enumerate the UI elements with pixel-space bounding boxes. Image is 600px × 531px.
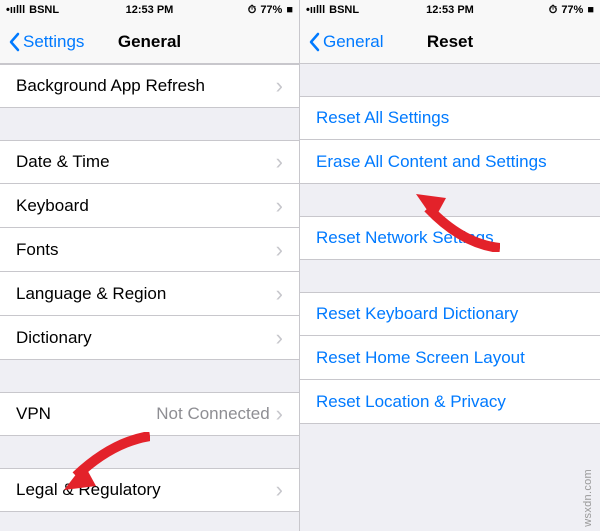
row-label: Date & Time	[16, 152, 110, 172]
row-label: Reset Home Screen Layout	[316, 348, 525, 368]
back-label: General	[323, 32, 383, 52]
chevron-left-icon	[308, 32, 320, 52]
carrier-label: BSNL	[29, 4, 59, 16]
row-language-region[interactable]: Language & Region ›	[0, 272, 299, 316]
screen-general: •ıılll BSNL 12:53 PM ⏱ 77% ■ Settings Ge…	[0, 0, 300, 531]
back-label: Settings	[23, 32, 84, 52]
chevron-right-icon: ›	[276, 401, 283, 427]
row-reset-home-screen[interactable]: Reset Home Screen Layout	[300, 336, 600, 380]
row-reset-all-settings[interactable]: Reset All Settings	[300, 96, 600, 140]
row-label: Fonts	[16, 240, 59, 260]
row-label: Dictionary	[16, 328, 92, 348]
chevron-right-icon: ›	[276, 325, 283, 351]
row-label: Legal & Regulatory	[16, 480, 161, 500]
chevron-left-icon	[8, 32, 20, 52]
chevron-right-icon: ›	[276, 281, 283, 307]
row-label: Reset All Settings	[316, 108, 449, 128]
chevron-right-icon: ›	[276, 193, 283, 219]
chevron-right-icon: ›	[276, 73, 283, 99]
signal-icon: •ıılll	[6, 4, 25, 16]
battery-icon: ■	[587, 4, 594, 16]
alarm-icon: ⏱	[248, 4, 257, 17]
row-label: Reset Location & Privacy	[316, 392, 506, 412]
nav-bar: Settings General	[0, 20, 299, 64]
row-keyboard[interactable]: Keyboard ›	[0, 184, 299, 228]
screen-reset: •ıılll BSNL 12:53 PM ⏱ 77% ■ General Res…	[300, 0, 600, 531]
watermark-label: wsxdn.com	[582, 469, 594, 527]
back-button[interactable]: Settings	[8, 32, 84, 52]
row-reset-network-settings[interactable]: Reset Network Settings	[300, 216, 600, 260]
chevron-right-icon: ›	[276, 237, 283, 263]
battery-icon: ■	[286, 4, 293, 16]
row-background-app-refresh[interactable]: Background App Refresh ›	[0, 64, 299, 108]
row-legal-regulatory[interactable]: Legal & Regulatory ›	[0, 468, 299, 512]
signal-icon: •ıılll	[306, 4, 325, 16]
row-erase-all[interactable]: Erase All Content and Settings	[300, 140, 600, 184]
row-date-time[interactable]: Date & Time ›	[0, 140, 299, 184]
carrier-label: BSNL	[329, 4, 359, 16]
row-label: VPN	[16, 404, 51, 424]
row-label: Erase All Content and Settings	[316, 152, 547, 172]
row-label: Keyboard	[16, 196, 89, 216]
status-bar: •ıılll BSNL 12:53 PM ⏱ 77% ■	[0, 0, 299, 20]
alarm-icon: ⏱	[549, 4, 558, 17]
row-label: Language & Region	[16, 284, 166, 304]
row-reset-location-privacy[interactable]: Reset Location & Privacy	[300, 380, 600, 424]
vpn-status: Not Connected	[156, 404, 269, 424]
row-vpn[interactable]: VPN Not Connected ›	[0, 392, 299, 436]
row-dictionary[interactable]: Dictionary ›	[0, 316, 299, 360]
battery-pct: 77%	[260, 4, 282, 16]
row-label: Reset Network Settings	[316, 228, 494, 248]
back-button[interactable]: General	[308, 32, 383, 52]
nav-bar: General Reset	[300, 20, 600, 64]
status-bar: •ıılll BSNL 12:53 PM ⏱ 77% ■	[300, 0, 600, 20]
settings-list[interactable]: Background App Refresh › Date & Time › K…	[0, 64, 299, 531]
row-label: Background App Refresh	[16, 76, 205, 96]
chevron-right-icon: ›	[276, 477, 283, 503]
reset-list[interactable]: Reset All Settings Erase All Content and…	[300, 64, 600, 531]
battery-pct: 77%	[561, 4, 583, 16]
row-fonts[interactable]: Fonts ›	[0, 228, 299, 272]
chevron-right-icon: ›	[276, 149, 283, 175]
row-reset-keyboard-dictionary[interactable]: Reset Keyboard Dictionary	[300, 292, 600, 336]
row-label: Reset Keyboard Dictionary	[316, 304, 518, 324]
